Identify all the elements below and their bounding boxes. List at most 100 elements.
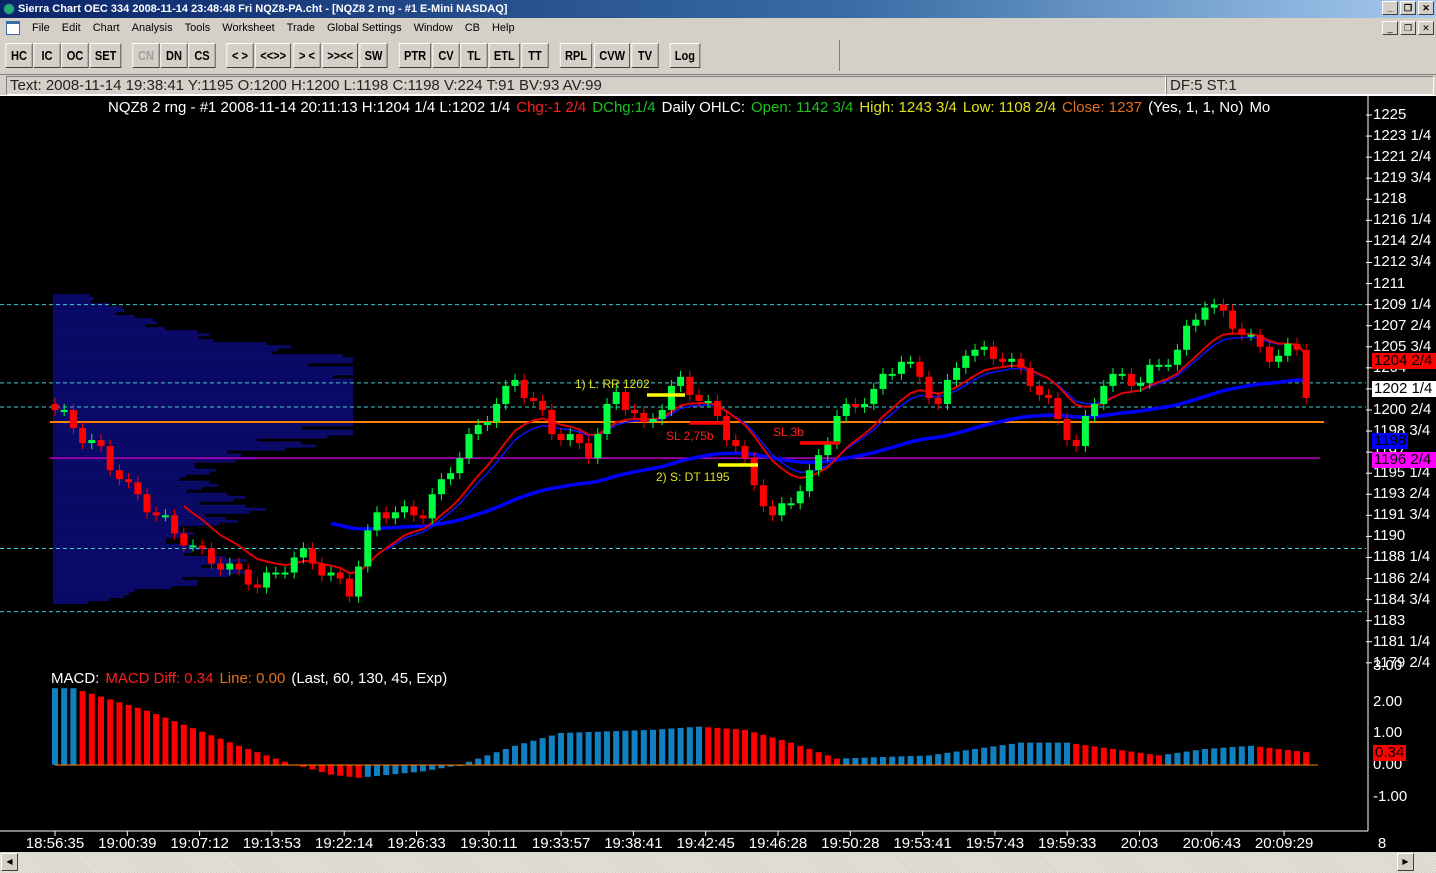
price-axis-label: 1219 3/4 [1373,169,1432,187]
menu-window[interactable]: Window [408,22,459,34]
candle-down [575,434,583,444]
menu-chart[interactable]: Chart [87,22,126,34]
candle-up [493,403,501,423]
macd-histogram-bar [843,758,850,765]
toolbar-button-oc[interactable]: OC [61,43,89,68]
volume-profile-bar [53,315,135,319]
toolbar-button-nav1[interactable]: <<>> [255,43,292,68]
volume-profile-bar [53,459,236,463]
macd-histogram-bar [1054,742,1061,765]
scroll-right-arrow-icon[interactable]: ▶ [1397,853,1414,871]
toolbar-button-rpl[interactable]: RPL [559,43,592,68]
candle-down [741,446,749,459]
toolbar-button-ptr[interactable]: PTR [398,43,432,68]
menu-file[interactable]: File [26,22,56,34]
toolbar-button-cvw[interactable]: CVW [593,43,630,68]
status-row: Text: 2008-11-14 19:38:41 Y:1195 O:1200 … [0,74,1436,96]
macd-histogram-bar [162,717,169,765]
candle-down [686,376,694,395]
macd-histogram-bar [1257,746,1264,765]
candle-up [364,530,372,567]
toolbar-button-set[interactable]: SET [89,43,122,68]
candle-down [1063,419,1071,441]
macd-histogram-bar [990,746,997,765]
candle-up [281,572,289,575]
toolbar-button-cs[interactable]: CS [188,43,216,68]
macd-histogram-bar [742,729,748,765]
volume-profile-bar [53,327,165,331]
macd-histogram-bar [1238,746,1245,765]
toolbar-button-ic[interactable]: IC [33,43,61,68]
toolbar-button-tt[interactable]: TT [520,43,549,68]
close-button[interactable]: ✕ [1418,1,1434,15]
volume-profile-bar [53,580,199,584]
toolbar-button-tv[interactable]: TV [631,43,659,68]
scroll-left-arrow-icon[interactable]: ◀ [1,853,18,871]
volume-profile-bar [53,598,110,602]
macd-histogram-bar [1091,746,1098,765]
macd-line: Line: 0.00 [219,670,286,687]
toolbar-button-nav3[interactable]: >><< [321,43,358,68]
menu-global-settings[interactable]: Global Settings [321,22,408,34]
menu-cb[interactable]: CB [459,22,486,34]
macd-histogram-bar [686,727,693,765]
macd-histogram-bar [272,758,279,765]
candle-down [1256,334,1264,347]
menu-edit[interactable]: Edit [56,22,87,34]
time-axis-label: 19:53:41 [893,835,952,852]
candle-down [732,440,740,447]
macd-histogram-bar [852,757,859,765]
macd-histogram-bar [576,732,583,765]
toolbar-button-etl[interactable]: ETL [488,43,520,68]
volume-profile-bar [53,465,196,469]
candle-down [1238,328,1246,335]
child-close-button[interactable]: ✕ [1418,21,1434,35]
volume-profile-bar [53,393,353,397]
toolbar-button-dn[interactable]: DN [160,43,188,68]
toolbar-button-cv[interactable]: CV [432,43,460,68]
toolbar-button-nav0[interactable]: < > [226,43,254,68]
toolbar-button-hc[interactable]: HC [5,43,33,68]
macd-histogram-bar [383,765,390,776]
annotation-long: 1) L: RR 1202 [575,377,650,391]
macd-histogram-bar [870,757,877,765]
menu-tools[interactable]: Tools [179,22,217,34]
menu-worksheet[interactable]: Worksheet [216,22,280,34]
child-restore-button[interactable]: ❐ [1400,21,1416,35]
candle-down [769,506,777,516]
volume-profile-bar [53,429,353,433]
menu-help[interactable]: Help [486,22,521,34]
menu-bar: File Edit Chart Analysis Tools Worksheet Trade… [0,18,1436,38]
price-axis-label: 1218 [1373,190,1407,208]
volume-profile-bar [53,486,202,490]
candle-up [60,409,68,412]
volume-profile-bar [53,574,230,578]
toolbar-button-tl[interactable]: TL [460,43,488,68]
menu-trade[interactable]: Trade [281,22,321,34]
volume-profile-bar [53,543,194,547]
candle-up [1109,373,1117,386]
cursor-values-text: Text: 2008-11-14 19:38:41 Y:1195 O:1200 … [6,76,1166,95]
volume-profile-bar [53,432,353,436]
toolbar-button-log[interactable]: Log [669,43,701,68]
macd-histogram-bar [493,752,500,765]
candle-up [1247,334,1255,337]
minimize-button[interactable]: _ [1382,1,1398,15]
macd-histogram-bar [309,765,316,770]
document-icon[interactable] [6,21,20,35]
volume-profile-bar [53,444,317,448]
toolbar-button-nav2[interactable]: > < [293,43,321,68]
restore-button[interactable]: ❐ [1400,1,1416,15]
chart-area[interactable]: NQZ8 2 rng - #1 2008-11-14 20:11:13 H:12… [0,96,1436,852]
macd-histogram-bar [1211,748,1218,765]
macd-histogram-bar [1284,750,1291,765]
toolbar-button-cn[interactable]: CN [132,43,160,68]
volume-profile-bar [53,447,286,451]
macd-histogram-bar [631,730,638,765]
candle-up [1100,385,1108,404]
horizontal-scrollbar[interactable]: ◀ ▶ [0,852,1436,873]
time-axis-extra: 8 [1377,835,1387,852]
child-minimize-button[interactable]: _ [1382,21,1398,35]
toolbar-button-sw[interactable]: SW [359,43,388,68]
menu-analysis[interactable]: Analysis [126,22,179,34]
